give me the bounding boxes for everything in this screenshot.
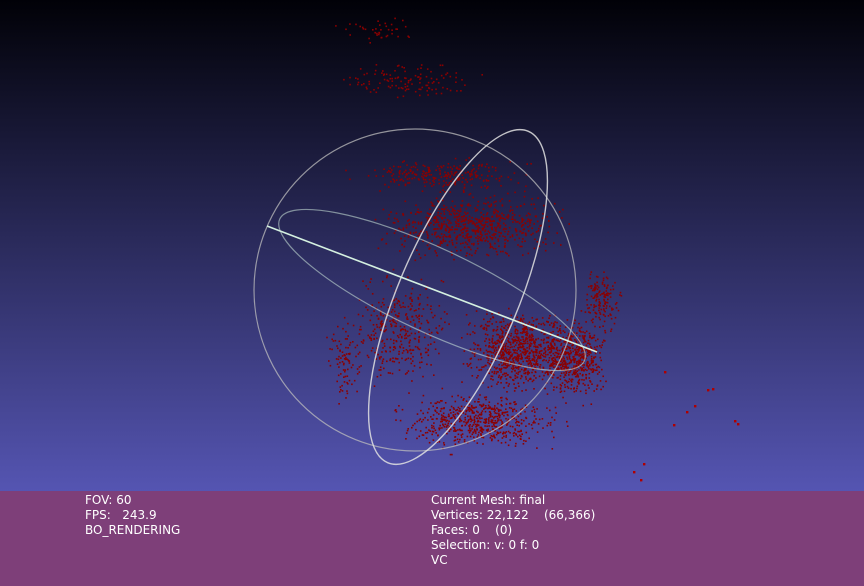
vertices-label: Vertices: 22,122 (66,366) — [431, 508, 596, 522]
color-mode-label: VC — [431, 553, 448, 567]
fov-label: FOV: 60 — [85, 493, 132, 507]
faces-label: Faces: 0 (0) — [431, 523, 513, 537]
render-mode-label: BO_RENDERING — [85, 523, 181, 537]
fps-label: FPS: 243.9 — [85, 508, 157, 522]
view-info: FOV: 60 FPS: 243.9 BO_RENDERING — [85, 493, 180, 538]
current-mesh-label: Current Mesh: final — [431, 493, 546, 507]
info-panel: FOV: 60 FPS: 243.9 BO_RENDERING Current … — [0, 491, 864, 586]
mesh-info: Current Mesh: final Vertices: 22,122 (66… — [431, 493, 595, 568]
selection-label: Selection: v: 0 f: 0 — [431, 538, 540, 552]
